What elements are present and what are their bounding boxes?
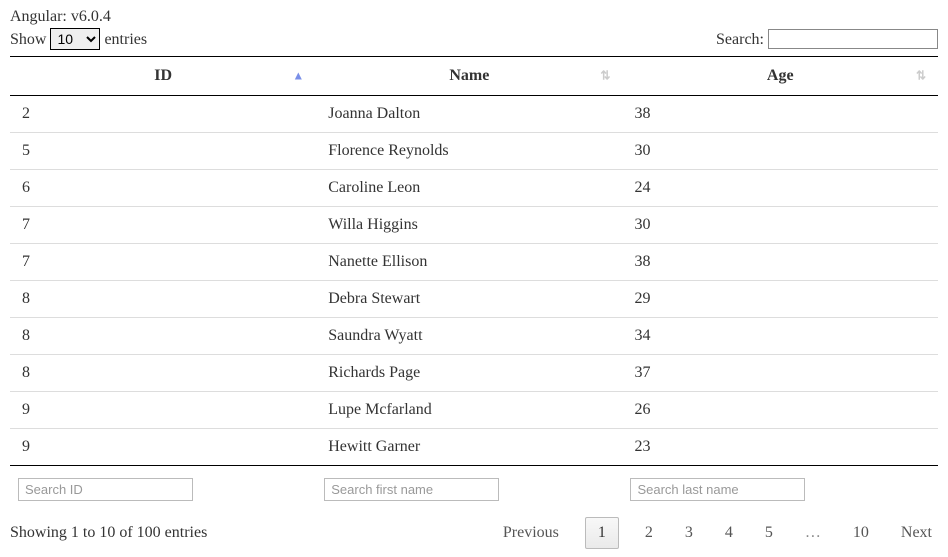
column-header-age[interactable]: Age ⇅: [622, 57, 938, 96]
column-header-id[interactable]: ID ▲: [10, 57, 316, 96]
cell-id: 7: [10, 207, 316, 244]
cell-age: 30: [622, 207, 938, 244]
cell-name: Joanna Dalton: [316, 96, 622, 133]
cell-id: 5: [10, 133, 316, 170]
cell-age: 23: [622, 429, 938, 466]
cell-id: 9: [10, 392, 316, 429]
pagination: Previous 12345 … 10 Next: [497, 517, 938, 549]
length-suffix: entries: [104, 31, 147, 48]
sort-neutral-icon: ⇅: [600, 69, 610, 84]
table-row: 7Nanette Ellison38: [10, 244, 938, 281]
cell-age: 24: [622, 170, 938, 207]
search-control: Search:: [716, 29, 938, 49]
sort-neutral-icon: ⇅: [916, 69, 926, 84]
version-label: Angular: v6.0.4: [10, 8, 938, 26]
cell-name: Debra Stewart: [316, 281, 622, 318]
page-button[interactable]: 2: [639, 520, 659, 546]
footer-search-id[interactable]: [18, 478, 193, 501]
search-input[interactable]: [768, 29, 938, 49]
table-row: 9Hewitt Garner23: [10, 429, 938, 466]
table-row: 8Richards Page37: [10, 355, 938, 392]
cell-name: Lupe Mcfarland: [316, 392, 622, 429]
cell-id: 9: [10, 429, 316, 466]
search-label: Search:: [716, 31, 764, 48]
page-ellipsis: …: [799, 520, 827, 546]
cell-age: 38: [622, 244, 938, 281]
table-row: 7Willa Higgins30: [10, 207, 938, 244]
table-row: 8Debra Stewart29: [10, 281, 938, 318]
cell-id: 8: [10, 281, 316, 318]
next-button[interactable]: Next: [895, 520, 938, 546]
page-button[interactable]: 4: [719, 520, 739, 546]
cell-id: 8: [10, 318, 316, 355]
cell-name: Caroline Leon: [316, 170, 622, 207]
page-button[interactable]: 3: [679, 520, 699, 546]
cell-age: 38: [622, 96, 938, 133]
cell-id: 6: [10, 170, 316, 207]
footer-search-firstname[interactable]: [324, 478, 499, 501]
data-table: ID ▲ Name ⇅ Age ⇅ 2Joanna Dalton385Flore…: [10, 56, 938, 509]
cell-age: 34: [622, 318, 938, 355]
cell-name: Hewitt Garner: [316, 429, 622, 466]
previous-button[interactable]: Previous: [497, 520, 565, 546]
length-select[interactable]: 102550100: [50, 28, 100, 50]
column-label: Name: [449, 67, 489, 84]
cell-age: 30: [622, 133, 938, 170]
table-row: 9Lupe Mcfarland26: [10, 392, 938, 429]
table-row: 6Caroline Leon24: [10, 170, 938, 207]
page-button[interactable]: 5: [759, 520, 779, 546]
footer-search-lastname[interactable]: [630, 478, 805, 501]
cell-name: Nanette Ellison: [316, 244, 622, 281]
page-button[interactable]: 1: [585, 517, 619, 549]
length-control: Show 102550100 entries: [10, 28, 147, 50]
sort-asc-icon: ▲: [292, 69, 304, 84]
cell-name: Richards Page: [316, 355, 622, 392]
length-prefix: Show: [10, 31, 46, 48]
column-label: ID: [154, 67, 172, 84]
table-row: 2Joanna Dalton38: [10, 96, 938, 133]
cell-name: Saundra Wyatt: [316, 318, 622, 355]
cell-id: 2: [10, 96, 316, 133]
cell-id: 8: [10, 355, 316, 392]
cell-name: Florence Reynolds: [316, 133, 622, 170]
table-row: 5Florence Reynolds30: [10, 133, 938, 170]
column-label: Age: [767, 67, 794, 84]
table-row: 8Saundra Wyatt34: [10, 318, 938, 355]
info-text: Showing 1 to 10 of 100 entries: [10, 524, 207, 542]
page-button[interactable]: 10: [847, 520, 875, 546]
cell-age: 29: [622, 281, 938, 318]
cell-age: 37: [622, 355, 938, 392]
cell-id: 7: [10, 244, 316, 281]
column-header-name[interactable]: Name ⇅: [316, 57, 622, 96]
cell-age: 26: [622, 392, 938, 429]
cell-name: Willa Higgins: [316, 207, 622, 244]
